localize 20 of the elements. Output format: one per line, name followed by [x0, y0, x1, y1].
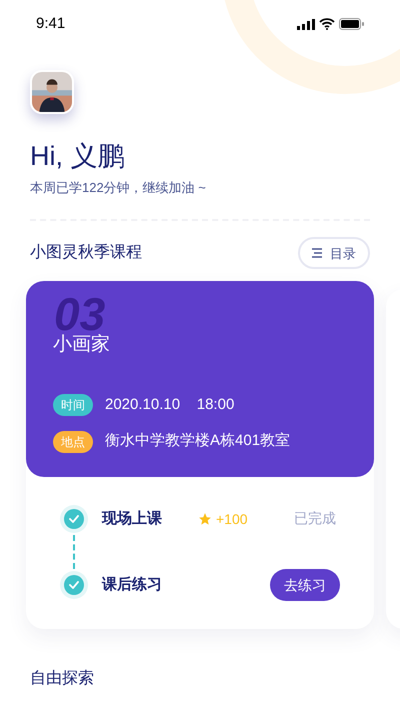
practice-button[interactable]: 去练习	[270, 569, 340, 602]
greeting-title: Hi, 义鹏	[30, 140, 126, 173]
detail-tag: 地点	[53, 430, 93, 452]
status-time: 9:41	[36, 14, 66, 34]
detail-value: 衡水中学教学楼A栋401教室	[105, 431, 290, 452]
detail-value: 2020.10.10 18:00	[105, 394, 234, 415]
star-icon	[198, 512, 212, 526]
step-label: 课后练习	[102, 575, 163, 595]
section-title: 小图灵秋季课程	[30, 242, 142, 264]
battery-icon	[339, 18, 364, 30]
catalog-button[interactable]: 目录	[298, 237, 370, 270]
study-summary: 本周已学122分钟，继续加油 ~	[30, 178, 207, 197]
section-title: 自由探索	[30, 668, 95, 690]
list-icon	[312, 248, 322, 258]
step-status: 已完成	[294, 510, 336, 526]
detail-tag: 时间	[53, 394, 93, 416]
wifi-icon	[319, 18, 335, 30]
signal-icon	[297, 18, 315, 30]
reward-points: +100	[216, 510, 248, 529]
step-label: 现场上课	[102, 509, 163, 529]
